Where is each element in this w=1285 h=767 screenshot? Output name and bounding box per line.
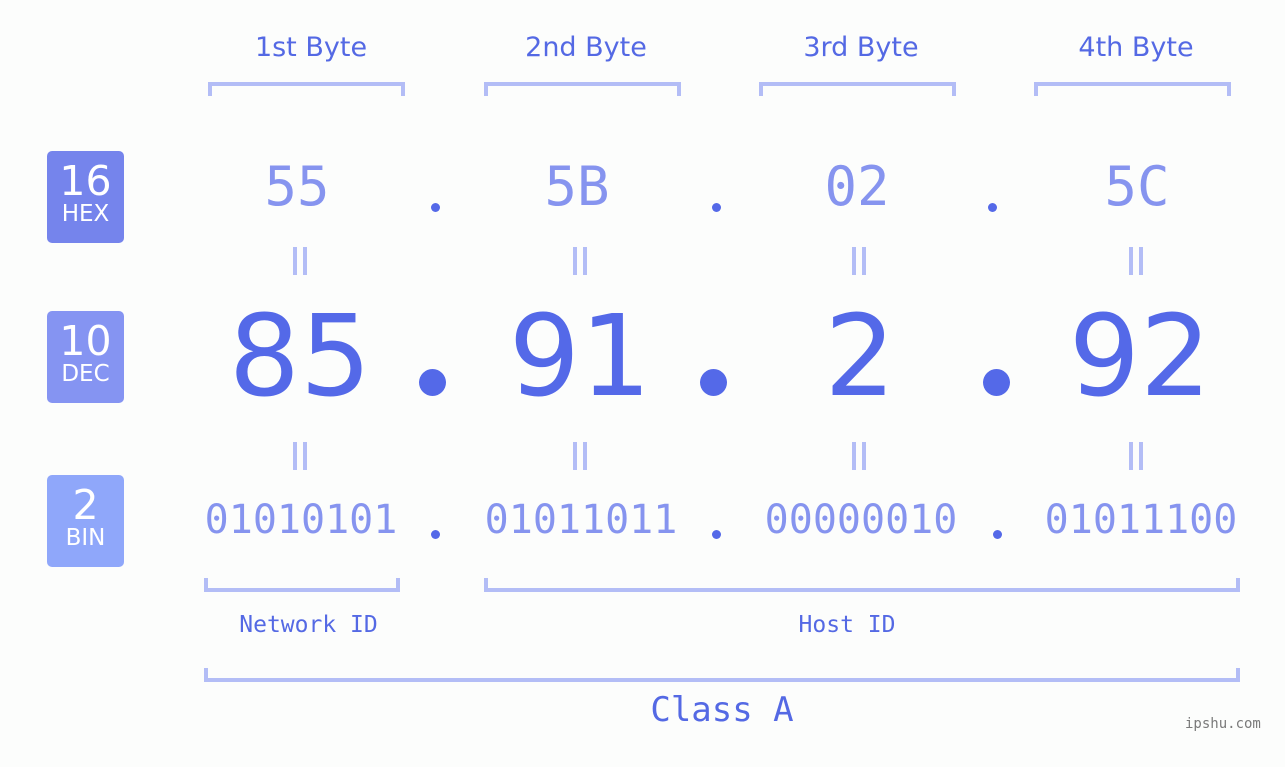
byte-bracket-1 bbox=[208, 82, 405, 96]
byte-label-4: 4th Byte bbox=[1078, 32, 1194, 63]
dec-value-2: 91 bbox=[508, 292, 652, 422]
byte-bracket-2 bbox=[484, 82, 681, 96]
byte-bracket-3 bbox=[759, 82, 956, 96]
hex-dot-2 bbox=[712, 203, 721, 212]
watermark: ipshu.com bbox=[1185, 716, 1261, 732]
hex-value-4: 5C bbox=[1104, 155, 1170, 218]
host-id-label: Host ID bbox=[798, 612, 896, 638]
network-id-label: Network ID bbox=[239, 612, 378, 638]
hex-name: HEX bbox=[61, 201, 110, 227]
dec-dot-3 bbox=[983, 369, 1010, 396]
bin-dot-2 bbox=[712, 530, 721, 539]
equals-icon bbox=[573, 247, 587, 275]
bin-base: 2 bbox=[72, 481, 99, 529]
hex-value-2: 5B bbox=[544, 155, 610, 218]
byte-bracket-4 bbox=[1034, 82, 1231, 96]
bin-dot-3 bbox=[993, 530, 1002, 539]
bin-value-4: 01011100 bbox=[1044, 497, 1238, 543]
byte-label-3: 3rd Byte bbox=[803, 32, 919, 63]
class-label: Class A bbox=[650, 690, 794, 730]
byte-label-2: 2nd Byte bbox=[525, 32, 647, 63]
byte-label-1: 1st Byte bbox=[254, 32, 368, 63]
hex-dot-3 bbox=[988, 203, 997, 212]
class-bracket bbox=[204, 668, 1240, 682]
bin-value-1: 01010101 bbox=[204, 497, 398, 543]
hex-value-3: 02 bbox=[824, 155, 890, 218]
equals-icon bbox=[293, 442, 307, 470]
equals-icon bbox=[852, 442, 866, 470]
hex-dot-1 bbox=[431, 203, 440, 212]
dec-dot-2 bbox=[700, 369, 727, 396]
equals-icon bbox=[1129, 442, 1143, 470]
dec-badge: 10 DEC bbox=[47, 311, 124, 403]
network-id-bracket bbox=[204, 578, 400, 592]
bin-value-3: 00000010 bbox=[764, 497, 958, 543]
host-id-bracket bbox=[484, 578, 1240, 592]
bin-dot-1 bbox=[431, 530, 440, 539]
dec-dot-1 bbox=[419, 369, 446, 396]
equals-icon bbox=[852, 247, 866, 275]
bin-name: BIN bbox=[65, 525, 106, 551]
equals-icon bbox=[1129, 247, 1143, 275]
hex-value-1: 55 bbox=[264, 155, 330, 218]
hex-base: 16 bbox=[59, 157, 112, 205]
dec-base: 10 bbox=[59, 317, 112, 365]
dec-value-4: 92 bbox=[1068, 292, 1212, 422]
bin-value-2: 01011011 bbox=[484, 497, 678, 543]
equals-icon bbox=[573, 442, 587, 470]
equals-icon bbox=[293, 247, 307, 275]
dec-name: DEC bbox=[61, 361, 110, 387]
dec-value-3: 2 bbox=[824, 292, 896, 422]
dec-value-1: 85 bbox=[228, 292, 372, 422]
bin-badge: 2 BIN bbox=[47, 475, 124, 567]
hex-badge: 16 HEX bbox=[47, 151, 124, 243]
